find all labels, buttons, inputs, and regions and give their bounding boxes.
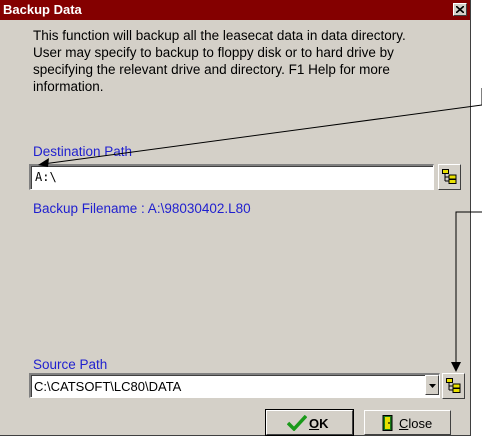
ok-button-label: OK — [309, 416, 329, 431]
checkmark-icon — [287, 415, 307, 431]
source-path-combobox[interactable]: C:\CATSOFT\LC80\DATA — [29, 373, 440, 398]
window-title: Backup Data — [3, 2, 82, 17]
door-icon — [382, 415, 393, 431]
close-button-label: Close — [399, 416, 433, 431]
description-line: This function will backup all the leasec… — [33, 28, 406, 43]
source-path-label: Source Path — [33, 357, 108, 372]
destination-path-value: A:\ — [35, 170, 57, 184]
close-button[interactable]: Close — [364, 410, 451, 435]
description-line: information. — [33, 79, 104, 94]
description-line: User may specify to backup to floppy dis… — [33, 45, 394, 60]
source-path-value: C:\CATSOFT\LC80\DATA — [34, 379, 182, 394]
folder-tree-icon — [442, 169, 457, 184]
chevron-down-icon — [428, 384, 436, 388]
source-browse-button[interactable] — [442, 373, 465, 399]
destination-path-label: Destination Path — [33, 144, 133, 159]
title-bar[interactable]: Backup Data — [0, 0, 470, 20]
ok-button[interactable]: OK — [265, 409, 354, 436]
destination-browse-button[interactable] — [438, 164, 461, 190]
backup-data-dialog: Backup Data This function will backup al… — [0, 0, 471, 436]
close-window-button[interactable] — [453, 3, 467, 16]
description-line: specifying the relevant drive and direct… — [33, 62, 390, 77]
close-icon — [456, 6, 464, 13]
source-dropdown-button[interactable] — [425, 375, 439, 395]
folder-tree-icon — [446, 378, 461, 393]
backup-filename-label: Backup Filename : A:\98030402.L80 — [33, 201, 251, 216]
description-text: This function will backup all the leasec… — [33, 27, 473, 95]
destination-path-input[interactable]: A:\ — [29, 164, 434, 190]
